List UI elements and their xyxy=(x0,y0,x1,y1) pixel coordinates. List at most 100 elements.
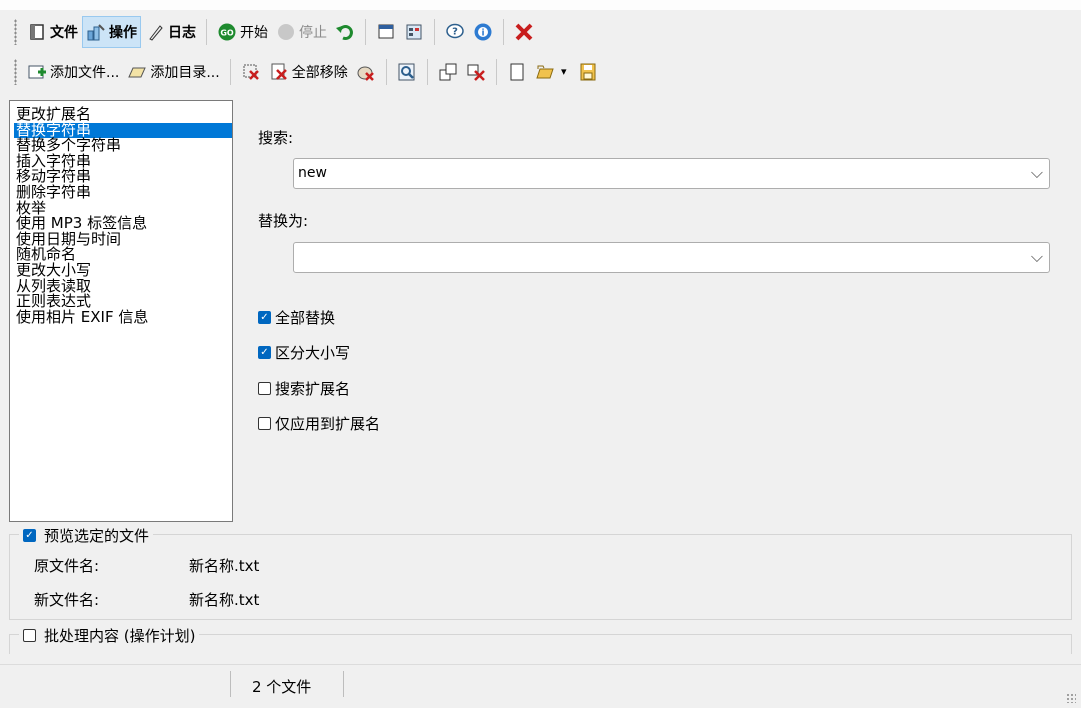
log-tab-label: 日志 xyxy=(168,25,196,41)
case-sensitive-option[interactable]: ✓ 区分大小写 xyxy=(258,342,350,363)
undo-icon xyxy=(335,22,355,42)
resize-grip[interactable] xyxy=(1066,693,1076,703)
extension-only-label: 仅应用到扩展名 xyxy=(275,415,381,433)
magnifier-icon xyxy=(397,62,417,82)
window-top-strip xyxy=(0,0,1081,10)
file-tab-button[interactable]: 文件 xyxy=(23,16,82,48)
add-folder-button[interactable]: 添加目录... xyxy=(123,56,223,88)
batch-checkbox[interactable] xyxy=(23,629,36,642)
file-tab-label: 文件 xyxy=(50,25,78,41)
log-icon xyxy=(145,22,165,42)
remove-missing-button[interactable] xyxy=(352,56,380,88)
save-icon xyxy=(578,62,598,82)
preview-button[interactable] xyxy=(393,56,421,88)
window-button[interactable] xyxy=(372,16,400,48)
toolbar-separator xyxy=(206,19,207,45)
svg-text:?: ? xyxy=(452,27,458,38)
toolbar-separator xyxy=(426,59,428,85)
svg-text:GO: GO xyxy=(220,29,234,38)
open-batch-button[interactable]: ▾ xyxy=(531,56,574,88)
stop-label: 停止 xyxy=(299,25,327,41)
add-method-button[interactable] xyxy=(434,56,462,88)
start-label: 开始 xyxy=(240,25,268,41)
operation-icon xyxy=(86,22,106,42)
remove-selected-button[interactable] xyxy=(237,56,265,88)
stop-button[interactable]: 停止 xyxy=(272,16,331,48)
svg-text:i: i xyxy=(481,29,484,39)
extension-only-checkbox[interactable] xyxy=(258,417,271,430)
panel-icon xyxy=(27,22,47,42)
start-button[interactable]: GO 开始 xyxy=(213,16,272,48)
toolbar-grip[interactable] xyxy=(14,59,17,85)
file-count-status: 2 个文件 xyxy=(252,678,312,696)
toolbar-separator xyxy=(434,19,435,45)
close-button[interactable] xyxy=(510,16,538,48)
method-list-item[interactable]: 使用相片 EXIF 信息 xyxy=(14,309,232,326)
replace-combo[interactable]: ⌵ xyxy=(293,242,1050,273)
batch-toggle[interactable]: 批处理内容 (操作计划) xyxy=(19,625,200,646)
remove-selected-icon xyxy=(241,62,261,82)
add-files-button[interactable]: 添加文件... xyxy=(23,56,123,88)
preview-checkbox[interactable]: ✓ xyxy=(23,529,36,542)
status-bar: 2 个文件 xyxy=(0,664,1081,708)
method-list[interactable]: 更改扩展名 替换字符串 替换多个字符串 插入字符串 移动字符串 删除字符串 枚举 使用 MP3… xyxy=(9,100,233,522)
log-tab-button[interactable]: 日志 xyxy=(141,16,200,48)
replace-all-label: 全部替换 xyxy=(275,309,336,327)
preview-toggle[interactable]: ✓ 预览选定的文件 xyxy=(19,525,154,546)
add-files-label: 添加文件... xyxy=(50,65,120,81)
toolbar-separator xyxy=(365,19,366,45)
search-extension-option[interactable]: 搜索扩展名 xyxy=(258,378,350,399)
original-name-value: 新名称.txt xyxy=(189,557,260,575)
calc-button[interactable] xyxy=(400,16,428,48)
dropdown-arrow-icon[interactable]: ▾ xyxy=(558,62,570,82)
go-icon: GO xyxy=(217,22,237,42)
status-separator xyxy=(343,671,344,697)
new-document-icon xyxy=(507,62,527,82)
chevron-down-icon[interactable]: ⌵ xyxy=(1031,247,1043,267)
replace-all-checkbox[interactable]: ✓ xyxy=(258,311,271,324)
search-extension-label: 搜索扩展名 xyxy=(275,380,351,398)
preview-label: 预览选定的文件 xyxy=(44,527,150,545)
info-button[interactable]: i xyxy=(469,16,497,48)
calc-icon xyxy=(404,22,424,42)
operation-tab-label: 操作 xyxy=(109,25,137,41)
toolbar-separator xyxy=(495,59,497,85)
chevron-down-icon[interactable]: ⌵ xyxy=(1031,163,1043,183)
case-sensitive-label: 区分大小写 xyxy=(275,344,351,362)
search-label: 搜索: xyxy=(258,129,294,147)
add-file-icon xyxy=(27,62,47,82)
toolbar-separator xyxy=(229,59,231,85)
new-batch-button[interactable] xyxy=(503,56,531,88)
help-icon: ? xyxy=(445,22,465,42)
window-icon xyxy=(376,22,396,42)
file-toolbar: 添加文件... 添加目录... 全部移除 ▾ xyxy=(14,54,602,90)
grid-remove-icon xyxy=(466,62,486,82)
search-combo[interactable]: new ⌵ xyxy=(293,158,1050,189)
extension-only-option[interactable]: 仅应用到扩展名 xyxy=(258,413,380,434)
operation-tab-button[interactable]: 操作 xyxy=(82,16,141,48)
grid-add-icon xyxy=(438,62,458,82)
remove-all-icon xyxy=(269,62,289,82)
add-folder-icon xyxy=(127,62,147,82)
open-folder-icon xyxy=(535,62,555,82)
status-separator xyxy=(230,671,231,697)
search-value: new xyxy=(298,165,327,181)
remove-all-label: 全部移除 xyxy=(291,65,348,81)
search-extension-checkbox[interactable] xyxy=(258,382,271,395)
toolbar-separator xyxy=(503,19,504,45)
case-sensitive-checkbox[interactable]: ✓ xyxy=(258,346,271,359)
method-list-item[interactable]: 删除字符串 xyxy=(14,184,232,201)
original-name-label: 原文件名: xyxy=(34,557,100,575)
save-batch-button[interactable] xyxy=(574,56,602,88)
batch-label: 批处理内容 (操作计划) xyxy=(44,627,196,645)
help-button[interactable]: ? xyxy=(441,16,469,48)
replace-all-option[interactable]: ✓ 全部替换 xyxy=(258,307,335,328)
remove-method-button[interactable] xyxy=(462,56,490,88)
add-folder-label: 添加目录... xyxy=(150,65,220,81)
undo-button[interactable] xyxy=(331,16,359,48)
replace-label: 替换为: xyxy=(258,212,309,230)
toolbar-grip[interactable] xyxy=(14,19,17,45)
new-name-value: 新名称.txt xyxy=(189,591,260,609)
remove-all-button[interactable]: 全部移除 xyxy=(265,56,352,88)
new-name-label: 新文件名: xyxy=(34,591,100,609)
